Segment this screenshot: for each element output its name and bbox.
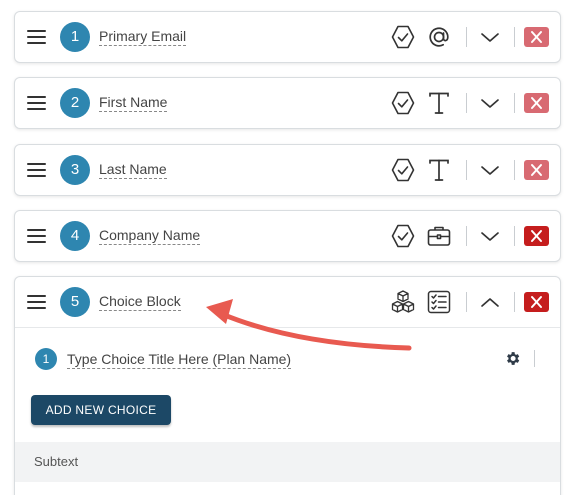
field-label[interactable]: Primary Email [99, 28, 187, 46]
field-number-badge: 5 [60, 287, 90, 317]
divider [466, 160, 467, 180]
delete-field-button[interactable] [524, 226, 549, 246]
field-label[interactable]: First Name [99, 94, 168, 112]
drag-handle-icon[interactable] [27, 295, 46, 309]
field-row: 4 Company Name [15, 211, 560, 261]
field-number-badge: 2 [60, 88, 90, 118]
divider [466, 93, 467, 113]
divider [466, 226, 467, 246]
field-card-primary-email: 1 Primary Email [14, 11, 561, 63]
choice-title-field[interactable]: Type Choice Title Here (Plan Name) [67, 351, 292, 369]
field-row: 2 First Name [15, 78, 560, 128]
field-label[interactable]: Company Name [99, 227, 201, 245]
text-type-icon [426, 90, 452, 116]
field-label[interactable]: Choice Block [99, 293, 181, 311]
field-number-badge: 3 [60, 155, 90, 185]
field-row: 3 Last Name [15, 145, 560, 195]
divider [466, 27, 467, 47]
subtext-section[interactable]: Subtext [15, 442, 560, 482]
gear-icon[interactable] [504, 350, 521, 367]
delete-field-button[interactable] [524, 93, 549, 113]
field-number-badge: 4 [60, 221, 90, 251]
field-row: 5 Choice Block [15, 277, 560, 327]
verified-hexagon-icon[interactable] [390, 90, 416, 116]
chevron-down-icon[interactable] [477, 159, 503, 181]
delete-field-button[interactable] [524, 27, 549, 47]
choice-item: 1 Type Choice Title Here (Plan Name) [15, 328, 560, 390]
verified-hexagon-icon[interactable] [390, 223, 416, 249]
cubes-icon [390, 289, 416, 315]
chevron-down-icon[interactable] [477, 225, 503, 247]
delete-field-button[interactable] [524, 292, 549, 312]
form-builder: 1 Primary Email 2 First Name 3 Last Name… [0, 0, 577, 495]
field-card-company-name: 4 Company Name [14, 210, 561, 262]
chevron-up-icon[interactable] [477, 291, 503, 313]
chevron-down-icon[interactable] [477, 92, 503, 114]
field-row: 1 Primary Email [15, 12, 560, 62]
subtext-label: Subtext [34, 454, 79, 469]
text-type-icon [426, 157, 452, 183]
field-card-choice-block: 5 Choice Block 1 Type Choice Title Here … [14, 276, 561, 495]
choice-number-badge: 1 [35, 348, 57, 370]
verified-hexagon-icon[interactable] [390, 157, 416, 183]
divider [466, 292, 467, 312]
divider [514, 292, 515, 312]
divider [514, 27, 515, 47]
briefcase-icon [426, 223, 452, 249]
divider [514, 160, 515, 180]
field-card-first-name: 2 First Name [14, 77, 561, 129]
checklist-icon [426, 289, 452, 315]
drag-handle-icon[interactable] [27, 229, 46, 243]
verified-hexagon-icon[interactable] [390, 24, 416, 50]
at-sign-icon [426, 24, 452, 50]
drag-handle-icon[interactable] [27, 163, 46, 177]
divider [514, 226, 515, 246]
divider [534, 350, 535, 367]
field-number-badge: 1 [60, 22, 90, 52]
chevron-down-icon[interactable] [477, 26, 503, 48]
drag-handle-icon[interactable] [27, 96, 46, 110]
field-label[interactable]: Last Name [99, 161, 167, 179]
divider [514, 93, 515, 113]
choice-block-body: 1 Type Choice Title Here (Plan Name) ADD… [15, 327, 560, 495]
delete-field-button[interactable] [524, 160, 549, 180]
field-card-last-name: 3 Last Name [14, 144, 561, 196]
drag-handle-icon[interactable] [27, 30, 46, 44]
add-new-choice-button[interactable]: ADD NEW CHOICE [31, 395, 171, 425]
